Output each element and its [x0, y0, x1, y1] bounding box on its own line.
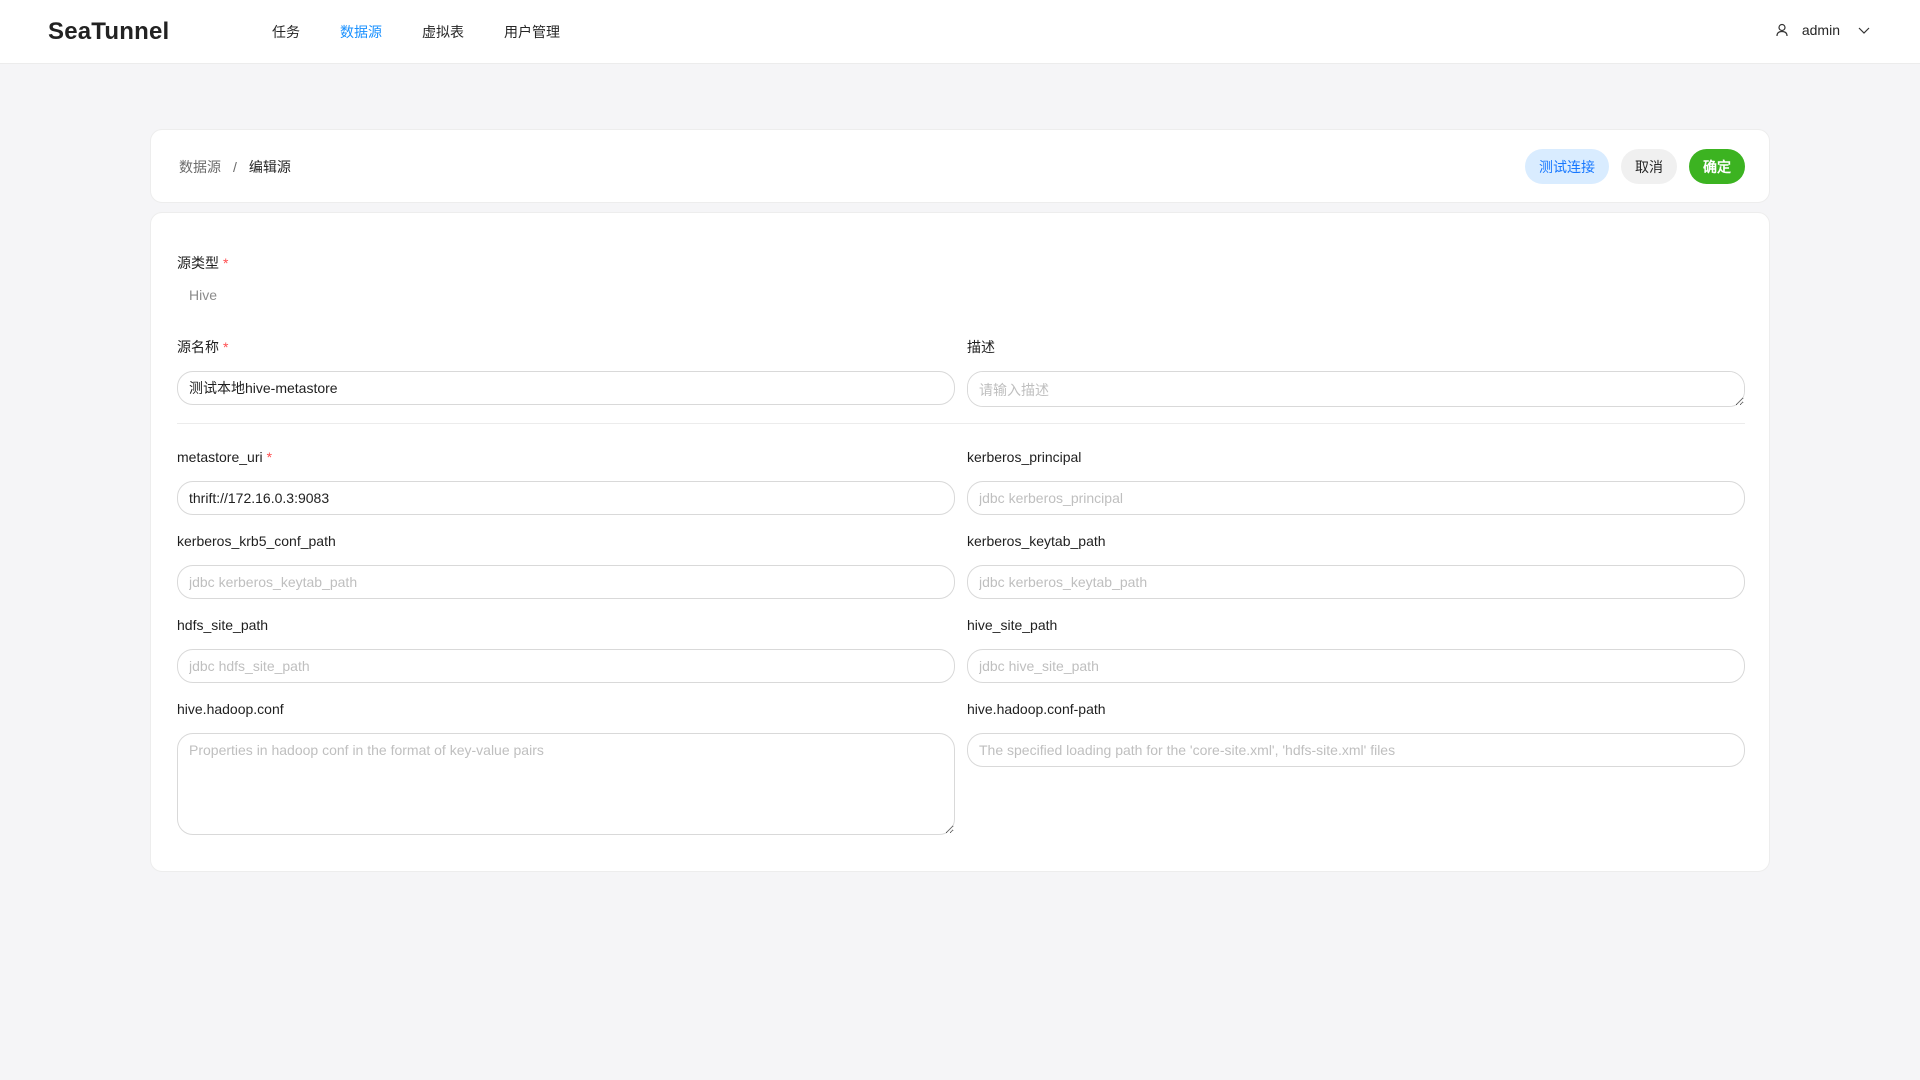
metastore-uri-label: metastore_uri * — [177, 447, 955, 467]
metastore-uri-label-text: metastore_uri — [177, 449, 263, 465]
hdfs-site-path-input[interactable] — [177, 649, 955, 683]
user-icon — [1774, 22, 1790, 38]
user-name: admin — [1801, 22, 1840, 38]
breadcrumb-current: 编辑源 — [248, 159, 291, 175]
hive-hadoop-conf-path-label: hive.hadoop.conf-path — [967, 701, 1106, 717]
top-navigation-bar: SeaTunnel 任务 数据源 虚拟表 用户管理 admin — [0, 0, 1920, 64]
source-name-input[interactable] — [177, 371, 955, 405]
hive-site-path-field: hive_site_path — [967, 615, 1745, 683]
hive-hadoop-conf-path-input[interactable] — [967, 733, 1745, 767]
app-logo[interactable]: SeaTunnel — [48, 18, 169, 46]
hive-hadoop-conf-label: hive.hadoop.conf — [177, 701, 284, 717]
kerberos-principal-input[interactable] — [967, 481, 1745, 515]
source-name-field: 源名称 * — [177, 337, 955, 405]
hdfs-site-path-label: hdfs_site_path — [177, 617, 269, 633]
source-name-label: 源名称 * — [177, 337, 955, 357]
source-name-label-text: 源名称 — [177, 339, 219, 355]
required-mark: * — [223, 339, 229, 355]
breadcrumb-datasource[interactable]: 数据源 — [179, 157, 221, 177]
description-label: 描述 — [967, 339, 995, 355]
nav-item-virtual-table[interactable]: 虚拟表 — [422, 0, 464, 64]
hive-site-path-input[interactable] — [967, 649, 1745, 683]
kerberos-keytab-path-input[interactable] — [967, 565, 1745, 599]
breadcrumb-separator: / — [233, 159, 237, 175]
section-divider — [177, 423, 1745, 424]
kerberos-krb5-conf-path-input[interactable] — [177, 565, 955, 599]
nav-item-tasks[interactable]: 任务 — [272, 0, 300, 64]
kerberos-keytab-path-field: kerberos_keytab_path — [967, 531, 1745, 599]
confirm-button[interactable]: 确定 — [1689, 149, 1745, 184]
source-type-label: 源类型 * — [177, 253, 228, 273]
metastore-uri-input[interactable] — [177, 481, 955, 515]
source-type-value: Hive — [189, 287, 218, 303]
kerberos-principal-label: kerberos_principal — [967, 449, 1082, 465]
hdfs-site-path-field: hdfs_site_path — [177, 615, 955, 683]
user-menu[interactable]: admin — [1774, 0, 1872, 60]
main-nav: 任务 数据源 虚拟表 用户管理 — [272, 0, 600, 64]
source-type-label-text: 源类型 — [177, 255, 219, 271]
description-field: 描述 — [967, 337, 1745, 407]
required-mark: * — [266, 449, 273, 465]
cancel-button[interactable]: 取消 — [1621, 149, 1677, 184]
metastore-uri-field: metastore_uri * — [177, 447, 955, 515]
hive-site-path-label: hive_site_path — [967, 617, 1058, 633]
required-mark: * — [223, 255, 229, 271]
kerberos-krb5-conf-path-label: kerberos_krb5_conf_path — [177, 533, 336, 549]
source-type-field: 源类型 * Hive — [177, 253, 228, 303]
kerberos-principal-field: kerberos_principal — [967, 447, 1745, 515]
datasource-form: 源类型* Hive 源名称* 描述 metastore_uri* kerbero… — [150, 212, 1770, 872]
kerberos-krb5-conf-path-field: kerberos_krb5_conf_path — [177, 531, 955, 599]
hive-hadoop-conf-path-field: hive.hadoop.conf-path — [967, 699, 1745, 767]
chevron-down-icon — [1856, 22, 1872, 38]
page-header-card: 数据源 / 编辑源 测试连接 取消 确定 — [150, 129, 1770, 203]
nav-item-user-management[interactable]: 用户管理 — [504, 0, 560, 64]
header-actions: 测试连接 取消 确定 — [1525, 149, 1745, 184]
breadcrumb: 数据源 / 编辑源 — [179, 130, 291, 204]
test-connection-button[interactable]: 测试连接 — [1525, 149, 1609, 184]
hive-hadoop-conf-field: hive.hadoop.conf — [177, 699, 955, 835]
kerberos-keytab-path-label: kerberos_keytab_path — [967, 533, 1106, 549]
nav-item-datasource[interactable]: 数据源 — [340, 0, 382, 64]
description-input[interactable] — [967, 371, 1745, 407]
hive-hadoop-conf-input[interactable] — [177, 733, 955, 835]
